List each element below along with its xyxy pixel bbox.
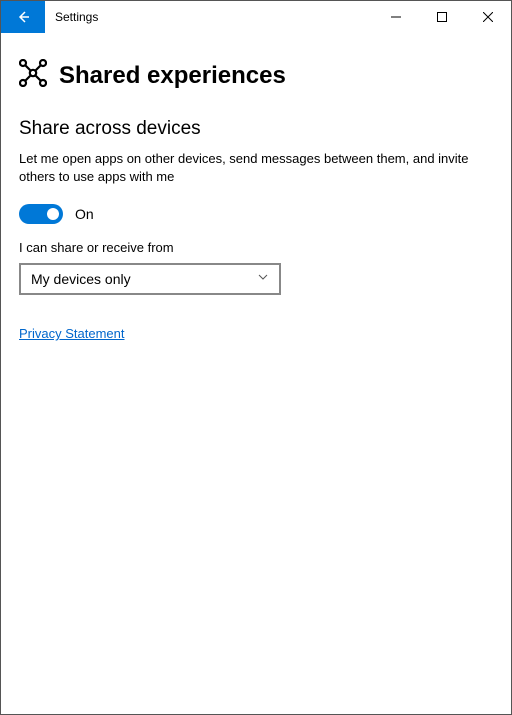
scope-select[interactable]: My devices only [19,263,281,295]
page-title: Shared experiences [59,62,286,90]
maximize-icon [437,12,447,22]
share-toggle-row: On [19,204,493,224]
back-button[interactable] [1,1,45,33]
window-title: Settings [55,10,98,24]
shared-experiences-icon [19,59,47,92]
titlebar: Settings [1,1,511,33]
privacy-statement-link[interactable]: Privacy Statement [19,326,125,341]
settings-window: Settings [0,0,512,715]
section-description: Let me open apps on other devices, send … [19,150,493,186]
scope-label: I can share or receive from [19,240,493,255]
back-arrow-icon [15,9,31,25]
window-controls [373,1,511,33]
scope-selected-value: My devices only [31,271,131,287]
toggle-knob [47,208,59,220]
close-button[interactable] [465,1,511,33]
toggle-state-label: On [75,206,94,222]
page-header: Shared experiences [19,59,493,92]
minimize-button[interactable] [373,1,419,33]
content-area: Shared experiences Share across devices … [1,33,511,714]
section-title: Share across devices [19,118,493,140]
chevron-down-icon [257,270,269,288]
maximize-button[interactable] [419,1,465,33]
minimize-icon [391,12,401,22]
close-icon [483,12,493,22]
share-toggle[interactable] [19,204,63,224]
